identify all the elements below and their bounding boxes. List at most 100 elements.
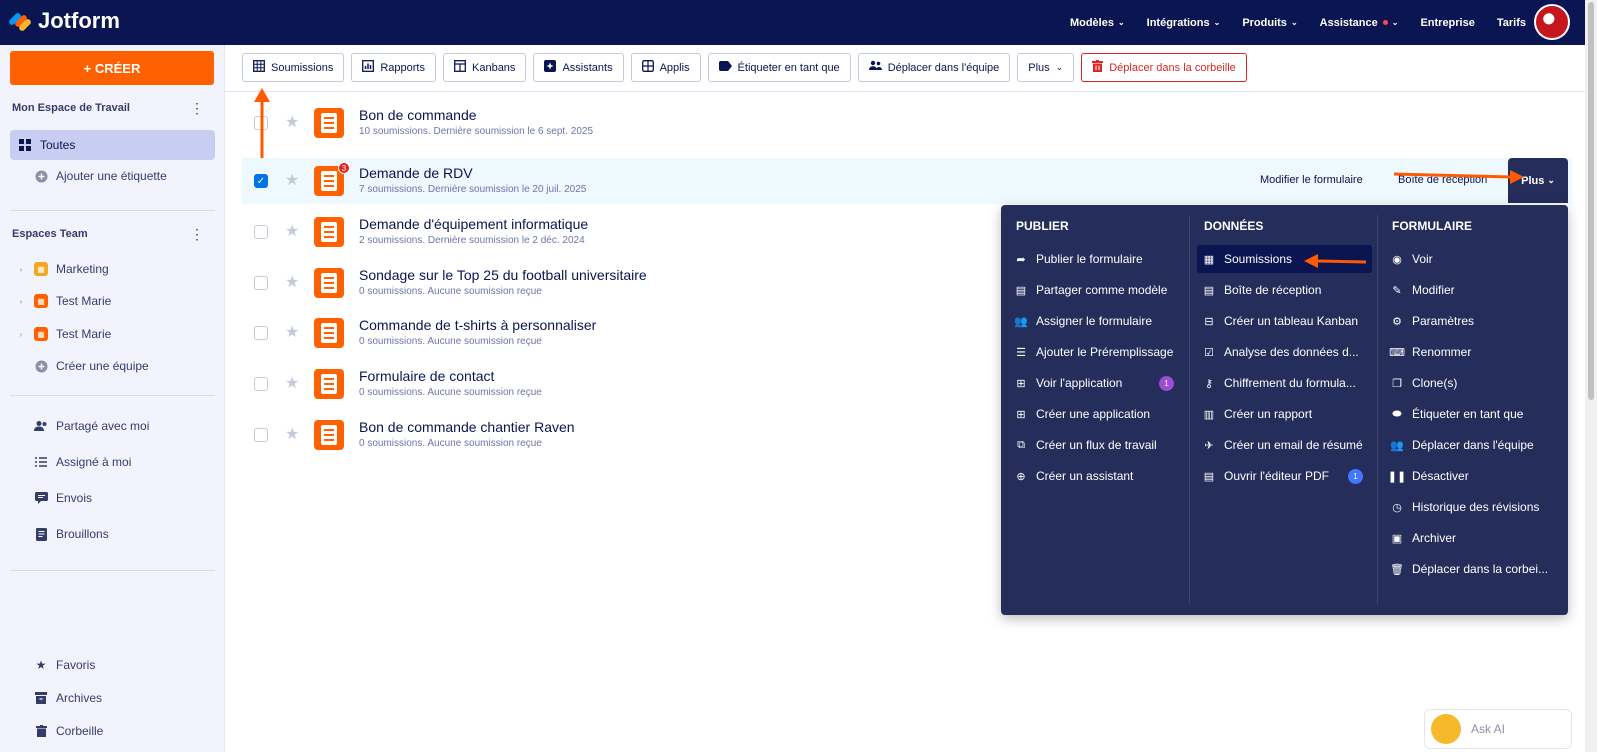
row-checkbox[interactable]	[254, 276, 268, 290]
app-grid-icon	[641, 60, 654, 75]
nav-assistance[interactable]: Assistance ⌄	[1309, 17, 1410, 29]
caret-right-icon[interactable]: ›	[14, 265, 28, 274]
form-title[interactable]: Sondage sur le Top 25 du football univer…	[359, 267, 647, 283]
menu-item-label: Analyse des données d...	[1224, 345, 1359, 359]
nav-entreprise[interactable]: Entreprise	[1409, 17, 1485, 29]
ask-ai-button[interactable]: Ask AI	[1424, 709, 1572, 749]
form-title[interactable]: Commande de t-shirts à personnaliser	[359, 317, 596, 333]
menu-item-label: Renommer	[1412, 345, 1472, 359]
favorite-star-icon[interactable]: ★	[285, 322, 299, 342]
sidebar-item-favorites[interactable]: ★ Favoris	[10, 650, 215, 680]
move-to-team-button[interactable]: Déplacer dans l'équipe	[857, 53, 1011, 82]
menu-item-tag-as[interactable]: ⬬ Étiqueter en tant que	[1391, 400, 1523, 428]
menu-item-data-analysis[interactable]: ☑ Analyse des données d...	[1203, 338, 1359, 366]
form-row[interactable]: ★ Bon de commande 10 soumissions. Derniè…	[242, 100, 1572, 146]
menu-item-inbox[interactable]: ▤ Boîte de réception	[1203, 276, 1322, 304]
menu-item-create-workflow[interactable]: ⧉ Créer un flux de travail	[1015, 431, 1157, 459]
nav-integrations[interactable]: Intégrations ⌄	[1136, 17, 1232, 29]
menu-item-summary-email[interactable]: ✈ Créer un email de résumé	[1203, 431, 1362, 459]
favorite-star-icon[interactable]: ★	[285, 170, 299, 190]
menu-item-create-app[interactable]: ⊞ Créer une application	[1015, 400, 1150, 428]
menu-item-settings[interactable]: ⚙ Paramètres	[1391, 307, 1474, 335]
row-checkbox[interactable]	[254, 377, 268, 391]
nav-produits[interactable]: Produits ⌄	[1231, 17, 1308, 29]
row-checkbox[interactable]	[254, 326, 268, 340]
menu-item-create-report[interactable]: ▥ Créer un rapport	[1203, 400, 1312, 428]
sidebar-item-trash[interactable]: Corbeille	[10, 716, 215, 746]
move-to-trash-button[interactable]: Déplacer dans la corbeille	[1081, 53, 1247, 82]
menu-item-assign-form[interactable]: 👥 Assigner le formulaire	[1014, 307, 1152, 335]
nav-tarifs[interactable]: Tarifs	[1486, 17, 1537, 29]
menu-item-move-trash[interactable]: 🗑 Déplacer dans la corbei...	[1390, 555, 1548, 583]
form-row-selected[interactable]: ✓ ★ 3 Demande de RDV 7 soumissions. Dern…	[242, 158, 1572, 204]
create-team-button[interactable]: Créer une équipe	[10, 351, 215, 381]
form-subtitle: 2 soumissions. Dernière soumission le 2 …	[359, 235, 585, 246]
apps-button[interactable]: Applis	[630, 53, 701, 82]
nav-tarifs-label: Tarifs	[1496, 16, 1526, 29]
favorite-star-icon[interactable]: ★	[285, 424, 299, 444]
more-button[interactable]: Plus ⌄	[1017, 53, 1075, 82]
form-title[interactable]: Formulaire de contact	[359, 368, 494, 384]
form-title[interactable]: Bon de commande	[359, 107, 477, 123]
caret-right-icon[interactable]: ›	[14, 330, 28, 339]
kanbans-button[interactable]: Kanbans	[443, 53, 527, 82]
form-title[interactable]: Demande de RDV	[359, 165, 473, 181]
menu-item-disable[interactable]: ❚❚ Désactiver	[1388, 462, 1469, 490]
sidebar-item-sent[interactable]: Envois	[10, 483, 215, 513]
create-button[interactable]: + CRÉER	[10, 51, 214, 85]
menu-item-submissions[interactable]: ▦ Soumissions	[1197, 245, 1372, 273]
user-avatar[interactable]	[1534, 4, 1570, 40]
scrollbar[interactable]	[1585, 0, 1597, 752]
sidebar-item-assigned[interactable]: Assigné à moi	[10, 447, 215, 477]
sidebar-team-test-marie-2[interactable]: › ▦ Test Marie	[10, 319, 215, 349]
menu-item-revision-history[interactable]: ◷ Historique des révisions	[1391, 493, 1539, 521]
assistants-button[interactable]: Assistants	[533, 53, 624, 82]
inbox-link[interactable]: Boîte de réception	[1398, 174, 1487, 186]
add-tag-button[interactable]: Ajouter une étiquette	[10, 161, 215, 191]
row-checkbox[interactable]	[254, 116, 268, 130]
menu-item-form-encryption[interactable]: ⚷ Chiffrement du formula...	[1203, 369, 1356, 397]
tag-as-button[interactable]: Étiqueter en tant que	[707, 53, 851, 82]
sidebar-item-shared[interactable]: Partagé avec moi	[10, 411, 215, 441]
jotform-logo[interactable]: Jotform	[7, 8, 120, 34]
favorite-star-icon[interactable]: ★	[285, 221, 299, 241]
menu-item-pdf-editor[interactable]: ▤ Ouvrir l'éditeur PDF	[1203, 462, 1329, 490]
add-tag-label: Ajouter une étiquette	[56, 169, 167, 183]
sidebar-item-archives[interactable]: Archives	[10, 683, 215, 713]
row-checkbox[interactable]	[254, 225, 268, 239]
sidebar-team-marketing[interactable]: › ▦ Marketing	[10, 254, 215, 284]
favorite-star-icon[interactable]: ★	[285, 112, 299, 132]
submissions-button[interactable]: Soumissions	[242, 53, 345, 82]
menu-item-add-prefill[interactable]: ☰ Ajouter le Préremplissage	[1015, 338, 1173, 366]
reports-button[interactable]: Rapports	[351, 53, 436, 82]
menu-item-view[interactable]: ◉ Voir	[1391, 245, 1433, 273]
menu-item-archive[interactable]: ▣ Archiver	[1391, 524, 1456, 552]
nav-modeles[interactable]: Modèles ⌄	[1059, 17, 1136, 29]
archive-icon: ▣	[1391, 532, 1403, 545]
row-more-button[interactable]: Plus ⌄	[1508, 158, 1568, 203]
form-title[interactable]: Demande d'équipement informatique	[359, 216, 588, 232]
row-checkbox[interactable]	[254, 428, 268, 442]
menu-item-clone[interactable]: ❐ Clone(s)	[1391, 369, 1457, 397]
row-checkbox-checked[interactable]: ✓	[254, 174, 268, 188]
form-title[interactable]: Bon de commande chantier Raven	[359, 419, 575, 435]
menu-item-edit[interactable]: ✎ Modifier	[1391, 276, 1454, 304]
sidebar-team-test-marie-1[interactable]: › ▦ Test Marie	[10, 286, 215, 316]
menu-item-create-kanban[interactable]: ⊟ Créer un tableau Kanban	[1203, 307, 1358, 335]
edit-form-link[interactable]: Modifier le formulaire	[1260, 174, 1363, 186]
menu-item-move-team[interactable]: 👥 Déplacer dans l'équipe	[1390, 431, 1534, 459]
menu-item-rename[interactable]: ⌨ Renommer	[1389, 338, 1472, 366]
form-subtitle: 7 soumissions. Dernière soumission le 20…	[359, 184, 587, 195]
sidebar-item-all[interactable]: Toutes	[10, 130, 215, 160]
favorite-star-icon[interactable]: ★	[285, 272, 299, 292]
menu-item-create-assistant[interactable]: ⊕ Créer un assistant	[1015, 462, 1133, 490]
teams-kebab-icon[interactable]: ⋮	[190, 226, 204, 243]
menu-item-share-template[interactable]: ▤ Partager comme modèle	[1015, 276, 1168, 304]
favorite-star-icon[interactable]: ★	[285, 373, 299, 393]
caret-right-icon[interactable]: ›	[14, 297, 28, 306]
workspace-kebab-icon[interactable]: ⋮	[190, 100, 204, 117]
sidebar-item-drafts[interactable]: Brouillons	[10, 519, 215, 549]
scrollbar-thumb[interactable]	[1588, 2, 1594, 400]
menu-item-view-app[interactable]: ⊞ Voir l'application	[1015, 369, 1122, 397]
menu-item-publish-form[interactable]: ➦ Publier le formulaire	[1015, 245, 1142, 273]
